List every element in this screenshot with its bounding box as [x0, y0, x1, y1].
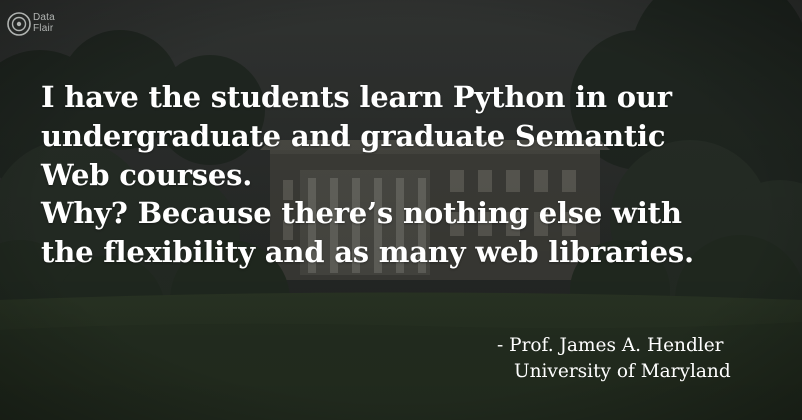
brand-word-line1: Data: [33, 12, 55, 23]
brand-logo: Data Flair: [6, 6, 66, 42]
quote-line-4: Why? Because there’s nothing else with: [41, 196, 682, 231]
quote-attribution: - Prof. James A. Hendler University of M…: [470, 333, 770, 385]
quote-card: Data Flair I have the students learn Pyt…: [0, 0, 802, 420]
quote-line-1: I have the students learn Python in our: [41, 80, 672, 114]
brand-word-line2: Flair: [33, 23, 54, 34]
quote-line-3: Web courses.: [41, 157, 253, 192]
brand-wordmark: Data Flair: [33, 12, 55, 34]
quote-line-2: undergraduate and graduate Semantic: [41, 118, 666, 153]
author-organization: University of Maryland: [514, 361, 731, 382]
quote-text: I have the students learn Python in our …: [41, 78, 781, 272]
dataflair-logo-icon: [7, 12, 31, 36]
author-name: - Prof. James A. Hendler: [497, 335, 724, 356]
quote-line-5: the flexibility and as many web librarie…: [41, 235, 694, 270]
